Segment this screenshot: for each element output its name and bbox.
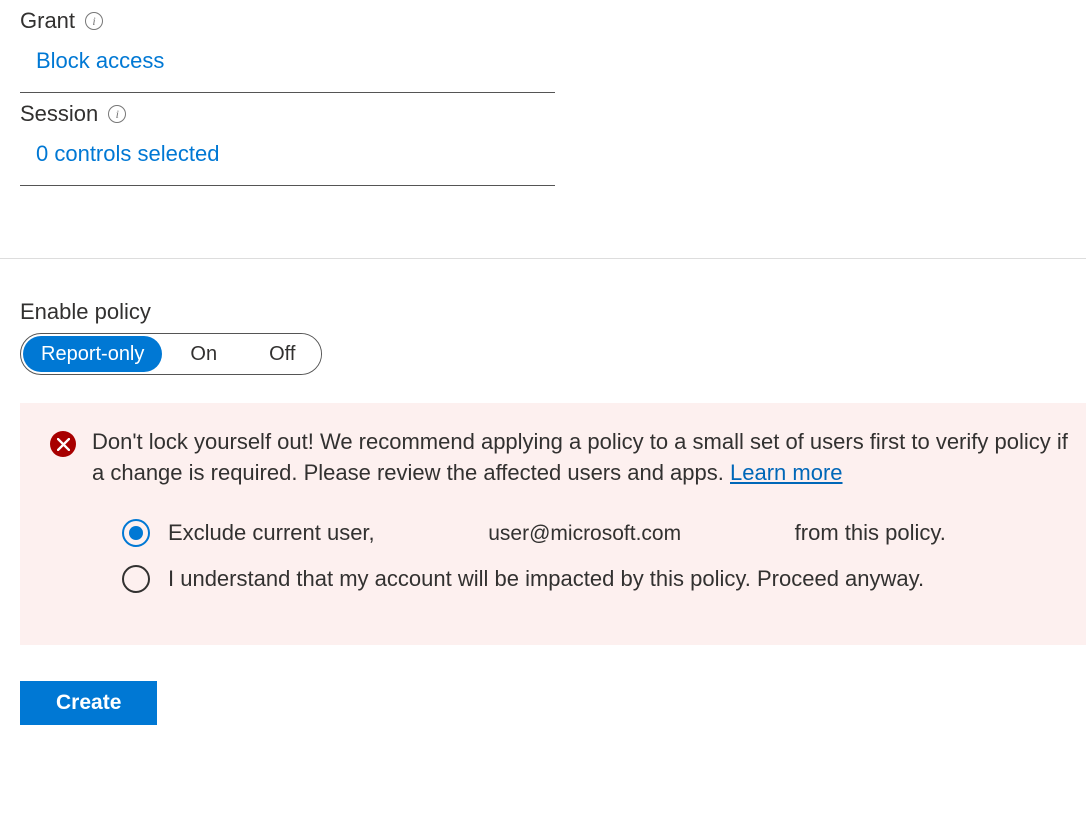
radio-exclude-user[interactable] <box>122 519 150 547</box>
radio-row-exclude: Exclude current user, user@microsoft.com… <box>122 519 1076 547</box>
enable-policy-label: Enable policy <box>20 299 1066 325</box>
session-header: Session i <box>20 93 555 131</box>
divider <box>20 185 555 186</box>
toggle-report-only[interactable]: Report-only <box>23 336 162 372</box>
radio-understand[interactable] <box>122 565 150 593</box>
exclude-prefix: Exclude current user, <box>168 520 375 546</box>
radio-row-understand: I understand that my account will be imp… <box>122 565 1076 593</box>
warning-radio-group: Exclude current user, user@microsoft.com… <box>122 519 1076 593</box>
toggle-off[interactable]: Off <box>243 334 321 374</box>
warning-text: Don't lock yourself out! We recommend ap… <box>92 427 1076 489</box>
grant-section: Grant i Block access <box>0 0 575 93</box>
grant-label: Grant <box>20 8 75 34</box>
learn-more-link[interactable]: Learn more <box>730 460 843 485</box>
warning-message: Don't lock yourself out! We recommend ap… <box>92 429 1068 485</box>
exclude-email: user@microsoft.com <box>375 522 795 546</box>
info-icon[interactable]: i <box>108 105 126 123</box>
grant-header: Grant i <box>20 0 555 38</box>
session-label: Session <box>20 101 98 127</box>
info-icon[interactable]: i <box>85 12 103 30</box>
toggle-on[interactable]: On <box>164 334 243 374</box>
exclude-suffix: from this policy. <box>795 520 946 546</box>
session-section: Session i 0 controls selected <box>0 93 575 186</box>
radio-understand-label: I understand that my account will be imp… <box>168 566 924 592</box>
create-button[interactable]: Create <box>20 681 157 725</box>
enable-policy-section: Enable policy Report-only On Off <box>0 259 1086 375</box>
enable-policy-toggle: Report-only On Off <box>20 333 322 375</box>
grant-value-link[interactable]: Block access <box>20 38 555 92</box>
session-value-link[interactable]: 0 controls selected <box>20 131 555 185</box>
warning-box: Don't lock yourself out! We recommend ap… <box>20 403 1086 645</box>
radio-exclude-label: Exclude current user, user@microsoft.com… <box>168 520 946 546</box>
error-icon <box>50 431 76 457</box>
warning-header: Don't lock yourself out! We recommend ap… <box>50 427 1076 489</box>
